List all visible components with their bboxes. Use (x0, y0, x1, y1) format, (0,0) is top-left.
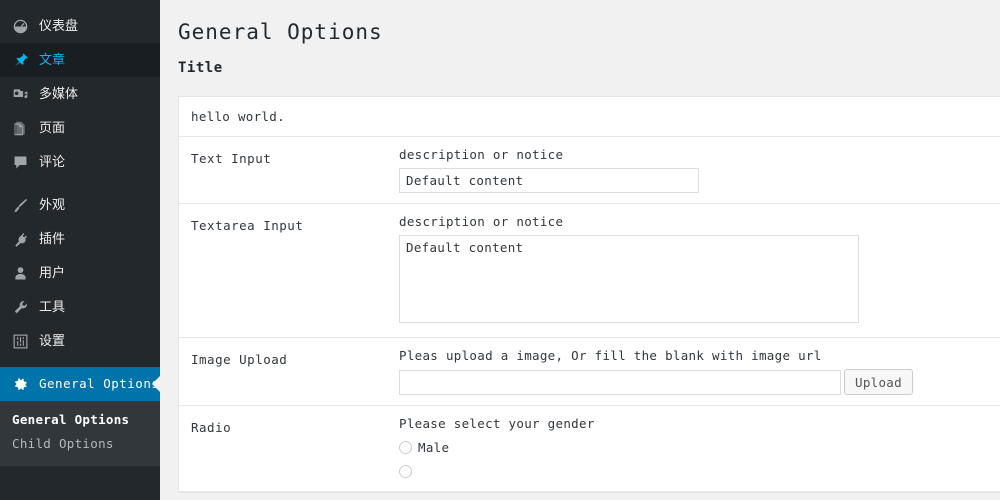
sidebar-item-users[interactable]: 用户 (0, 256, 160, 290)
page-title: General Options (178, 20, 383, 44)
field-description: description or notice (399, 147, 564, 162)
submenu-item-general-options[interactable]: General Options (0, 408, 160, 432)
comments-icon (10, 152, 30, 172)
row-textarea-input: Textarea Input description or notice Def… (179, 204, 1000, 338)
sidebar-item-media[interactable]: 多媒体 (0, 77, 160, 111)
sidebar-item-settings[interactable]: 设置 (0, 324, 160, 358)
sidebar-item-dashboard[interactable]: 仪表盘 (0, 9, 160, 43)
radio-circle-icon[interactable] (399, 440, 412, 454)
sidebar-item-posts[interactable]: 文章 (0, 43, 160, 77)
sidebar-separator-2 (0, 358, 160, 367)
dashboard-icon (10, 16, 30, 36)
users-icon (10, 263, 30, 283)
sidebar-top-spacer (0, 0, 160, 9)
sidebar-item-label: 多媒体 (39, 86, 79, 102)
options-panel: hello world. Text Input description or n… (178, 96, 1000, 493)
sidebar-item-label: General Options (39, 375, 160, 391)
main-content: General Options Title hello world. Text … (160, 0, 1000, 500)
row-label: Image Upload (191, 352, 288, 367)
pin-icon (10, 50, 30, 70)
row-text-input: Text Input description or notice (179, 137, 1000, 204)
radio-option-male[interactable]: Male (399, 437, 1000, 457)
row-field: Please select your gender Male (399, 416, 1000, 481)
sidebar-item-appearance[interactable]: 外观 (0, 188, 160, 222)
appearance-icon (10, 195, 30, 215)
textarea-input[interactable]: Default content (399, 235, 859, 323)
sidebar-item-label: 页面 (39, 120, 66, 136)
admin-sidebar: 仪表盘 文章 多媒体 页面 评论 外观 插件 用户 工具 设置 General … (0, 0, 160, 500)
text-input[interactable] (399, 168, 699, 193)
sidebar-item-label: 设置 (39, 333, 66, 349)
section-title: Title (178, 60, 223, 76)
gear-icon (10, 374, 30, 394)
sidebar-item-label: 仪表盘 (39, 18, 79, 34)
note-row: hello world. (179, 97, 1000, 137)
sidebar-item-label: 工具 (39, 299, 66, 315)
row-field: description or notice (399, 147, 1000, 193)
sidebar-submenu: General Options Child Options (0, 401, 160, 466)
tools-icon (10, 297, 30, 317)
row-radio: Radio Please select your gender Male (179, 406, 1000, 492)
sidebar-item-label: 外观 (39, 197, 66, 213)
sidebar-item-comments[interactable]: 评论 (0, 145, 160, 179)
upload-controls: Upload (399, 369, 1000, 395)
sidebar-item-label: 评论 (39, 154, 66, 170)
pages-icon (10, 118, 30, 138)
settings-icon (10, 331, 30, 351)
row-label: Text Input (191, 151, 272, 166)
sidebar-item-label: 用户 (39, 265, 66, 281)
sidebar-item-plugins[interactable]: 插件 (0, 222, 160, 256)
sidebar-item-label: 文章 (39, 52, 66, 68)
image-url-input[interactable] (399, 369, 841, 395)
submenu-item-child-options[interactable]: Child Options (0, 432, 160, 456)
sidebar-item-label: 插件 (39, 231, 66, 247)
field-description: Pleas upload a image, Or fill the blank … (399, 348, 822, 363)
radio-circle-icon[interactable] (399, 464, 412, 478)
sidebar-item-pages[interactable]: 页面 (0, 111, 160, 145)
row-label: Radio (191, 420, 232, 435)
row-image-upload: Image Upload Pleas upload a image, Or fi… (179, 338, 1000, 406)
sidebar-item-tools[interactable]: 工具 (0, 290, 160, 324)
plugins-icon (10, 229, 30, 249)
admin-screen: 仪表盘 文章 多媒体 页面 评论 外观 插件 用户 工具 设置 General … (0, 0, 1000, 500)
row-label: Textarea Input (191, 218, 304, 233)
current-item-arrow-icon (152, 376, 160, 392)
note-text: hello world. (191, 109, 285, 124)
upload-button[interactable]: Upload (844, 369, 913, 395)
row-field: Pleas upload a image, Or fill the blank … (399, 348, 1000, 395)
radio-option-second[interactable] (399, 461, 1000, 481)
sidebar-separator (0, 179, 160, 188)
field-description: Please select your gender (399, 416, 595, 431)
media-icon (10, 84, 30, 104)
radio-option-label: Male (418, 439, 450, 455)
sidebar-item-general-options[interactable]: General Options (0, 367, 160, 401)
field-description: description or notice (399, 214, 564, 229)
row-field: description or notice Default content (399, 214, 1000, 327)
